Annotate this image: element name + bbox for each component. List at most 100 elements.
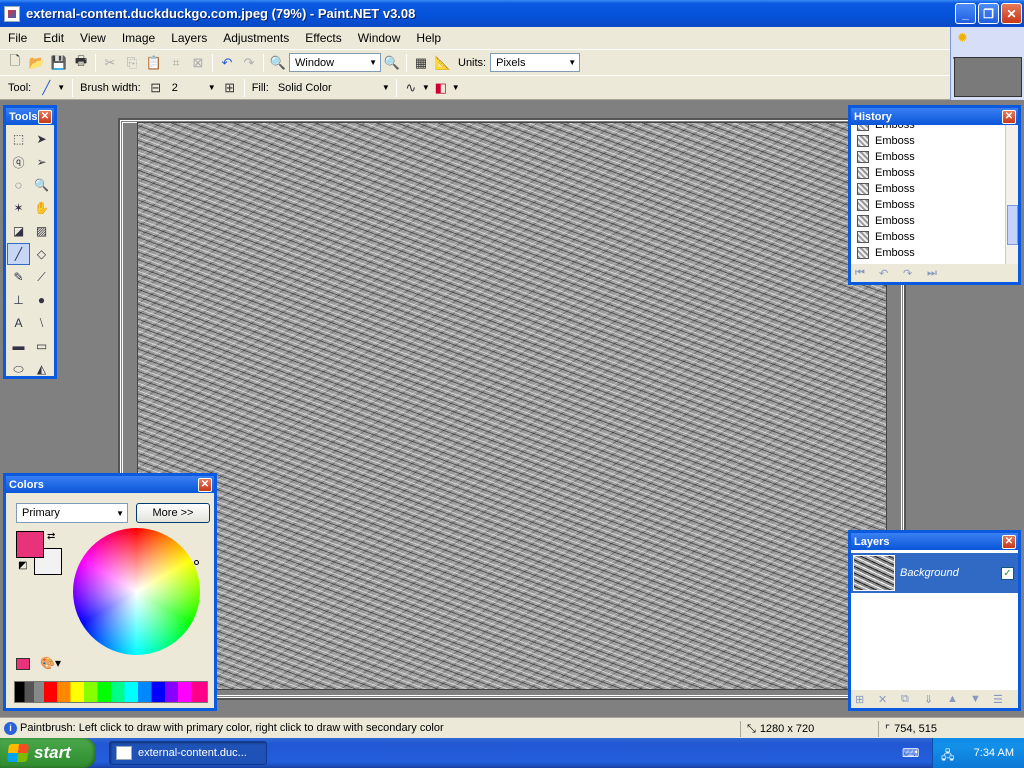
duplicate-layer-icon[interactable]: ⧉ bbox=[901, 693, 924, 706]
color-wheel[interactable] bbox=[73, 528, 200, 655]
colors-panel-header[interactable]: Colors ✕ bbox=[6, 476, 214, 493]
save-icon[interactable]: 💾 bbox=[48, 53, 70, 73]
start-button[interactable]: start bbox=[0, 738, 96, 768]
add-to-palette-icon[interactable] bbox=[16, 658, 30, 670]
history-item[interactable]: Emboss bbox=[851, 181, 1005, 197]
menu-view[interactable]: View bbox=[72, 31, 114, 45]
text-tool-icon[interactable]: A bbox=[7, 312, 30, 334]
menu-edit[interactable]: Edit bbox=[35, 31, 72, 45]
network-icon[interactable]: 🖧 bbox=[941, 746, 954, 767]
blend-mode-icon[interactable]: ◧ bbox=[430, 78, 452, 98]
delete-layer-icon[interactable]: ✕ bbox=[878, 693, 901, 706]
zoom-in-icon[interactable]: 🔍 bbox=[381, 53, 403, 73]
menu-file[interactable]: File bbox=[0, 31, 35, 45]
magic-wand-tool-icon[interactable]: ✶ bbox=[7, 197, 30, 219]
copy-icon[interactable]: ⎘ bbox=[121, 53, 143, 73]
chevron-down-icon[interactable]: ▼ bbox=[57, 83, 65, 92]
fast-forward-icon[interactable]: ⏭ bbox=[927, 267, 951, 280]
layers-panel-header[interactable]: Layers ✕ bbox=[851, 533, 1018, 550]
layer-properties-icon[interactable]: ☰ bbox=[993, 693, 1016, 706]
taskbar-item-paintnet[interactable]: external-content.duc... bbox=[109, 741, 267, 765]
menu-window[interactable]: Window bbox=[350, 31, 409, 45]
history-item[interactable]: Emboss bbox=[851, 197, 1005, 213]
history-panel-header[interactable]: History ✕ bbox=[851, 108, 1018, 125]
crop-icon[interactable]: ⌗ bbox=[165, 53, 187, 73]
rectangle-select-tool-icon[interactable]: ⬚ bbox=[7, 128, 30, 150]
paint-bucket-tool-icon[interactable]: ◪ bbox=[7, 220, 30, 242]
antialiasing-icon[interactable]: ∿ bbox=[400, 78, 422, 98]
menu-effects[interactable]: Effects bbox=[297, 31, 349, 45]
deselect-icon[interactable]: ⊠ bbox=[187, 53, 209, 73]
zoom-dropdown[interactable]: Window ▼ bbox=[289, 53, 381, 72]
rulers-icon[interactable]: 📐 bbox=[432, 53, 454, 73]
move-up-icon[interactable]: ▲ bbox=[947, 693, 970, 705]
pencil-tool-icon[interactable]: ✎ bbox=[7, 266, 30, 288]
line-curve-tool-icon[interactable]: ⧵ bbox=[30, 312, 53, 334]
add-layer-icon[interactable]: ⊞ bbox=[855, 693, 878, 706]
close-icon[interactable]: ✕ bbox=[198, 477, 212, 492]
history-scrollbar[interactable] bbox=[1005, 125, 1018, 264]
zoom-tool-icon[interactable]: 🔍 bbox=[30, 174, 53, 196]
rewind-icon[interactable]: ⏮ bbox=[855, 267, 879, 280]
decrease-width-icon[interactable]: ⊟ bbox=[145, 78, 167, 98]
history-item[interactable]: Emboss bbox=[851, 149, 1005, 165]
color-palette[interactable] bbox=[14, 681, 208, 703]
paintbrush-icon[interactable]: ╱ bbox=[35, 78, 57, 98]
lasso-select-tool-icon[interactable]: ⓠ bbox=[7, 151, 30, 173]
chevron-down-icon[interactable]: ▼ bbox=[452, 83, 460, 92]
merge-layer-icon[interactable]: ⇓ bbox=[924, 693, 947, 706]
maximize-button[interactable]: ❐ bbox=[978, 3, 999, 24]
cut-icon[interactable]: ✂ bbox=[99, 53, 121, 73]
menu-image[interactable]: Image bbox=[114, 31, 163, 45]
print-icon[interactable]: 🖶 bbox=[70, 53, 92, 73]
eraser-tool-icon[interactable]: ◇ bbox=[30, 243, 53, 265]
menu-layers[interactable]: Layers bbox=[163, 31, 215, 45]
recolor-tool-icon[interactable]: ● bbox=[30, 289, 53, 311]
history-item[interactable]: Emboss bbox=[851, 245, 1005, 261]
grid-icon[interactable]: ▦ bbox=[410, 53, 432, 73]
close-icon[interactable]: ✕ bbox=[1002, 109, 1016, 124]
close-button[interactable]: ✕ bbox=[1001, 3, 1022, 24]
units-dropdown[interactable]: Pixels ▼ bbox=[490, 53, 581, 72]
history-item[interactable]: Emboss bbox=[851, 125, 1005, 133]
gradient-tool-icon[interactable]: ▨ bbox=[30, 220, 53, 242]
zoom-out-icon[interactable]: 🔍 bbox=[267, 53, 289, 73]
clone-stamp-tool-icon[interactable]: ⊥ bbox=[7, 289, 30, 311]
image-tab-thumbnail[interactable] bbox=[954, 57, 1022, 97]
chevron-down-icon[interactable]: ▼ bbox=[422, 83, 430, 92]
freeform-shape-tool-icon[interactable]: ◭ bbox=[30, 358, 53, 380]
clock[interactable]: 7:34 AM bbox=[974, 747, 1014, 759]
color-mode-dropdown[interactable]: Primary ▼ bbox=[16, 503, 128, 523]
keyboard-icon[interactable]: ⌨ bbox=[902, 746, 919, 760]
paste-icon[interactable]: 📋 bbox=[143, 53, 165, 73]
redo-icon[interactable]: ↷ bbox=[903, 267, 927, 280]
rectangle-tool-icon[interactable]: ▬ bbox=[7, 335, 30, 357]
minimize-button[interactable]: _ bbox=[955, 3, 976, 24]
undo-icon[interactable]: ↶ bbox=[879, 267, 903, 280]
ellipse-tool-icon[interactable]: ⬭ bbox=[7, 358, 30, 380]
increase-width-icon[interactable]: ⊞ bbox=[219, 78, 241, 98]
undo-icon[interactable]: ↶ bbox=[216, 53, 238, 73]
menu-help[interactable]: Help bbox=[408, 31, 449, 45]
paint-net-app-icon[interactable] bbox=[4, 5, 20, 22]
history-item[interactable]: Emboss bbox=[851, 133, 1005, 149]
color-picker-tool-icon[interactable]: ⟋ bbox=[30, 266, 53, 288]
move-selected-tool-icon[interactable]: ➢ bbox=[30, 151, 53, 173]
sun-icon[interactable]: ✹ bbox=[957, 30, 968, 46]
redo-icon[interactable]: ↷ bbox=[238, 53, 260, 73]
new-image-icon[interactable]: 🗋 bbox=[4, 53, 26, 73]
pan-tool-icon[interactable]: ✋ bbox=[30, 197, 53, 219]
ellipse-select-tool-icon[interactable]: ◌ bbox=[7, 174, 30, 196]
layer-visibility-checkbox[interactable]: ✓ bbox=[1001, 566, 1014, 580]
reset-colors-icon[interactable]: ◩ bbox=[18, 560, 27, 571]
primary-color-swatch-front[interactable] bbox=[16, 531, 44, 558]
open-icon[interactable]: 📂 bbox=[26, 53, 48, 73]
move-down-icon[interactable]: ▼ bbox=[970, 693, 993, 705]
swap-colors-icon[interactable]: ⇄ bbox=[47, 531, 55, 542]
history-item[interactable]: Emboss bbox=[851, 229, 1005, 245]
paintbrush-tool-icon[interactable]: ╱ bbox=[7, 243, 30, 265]
close-icon[interactable]: ✕ bbox=[1002, 534, 1016, 549]
history-item[interactable]: Emboss bbox=[851, 213, 1005, 229]
move-selection-tool-icon[interactable]: ➤ bbox=[30, 128, 53, 150]
brush-width-dropdown[interactable]: 2 ▼ bbox=[167, 78, 219, 97]
